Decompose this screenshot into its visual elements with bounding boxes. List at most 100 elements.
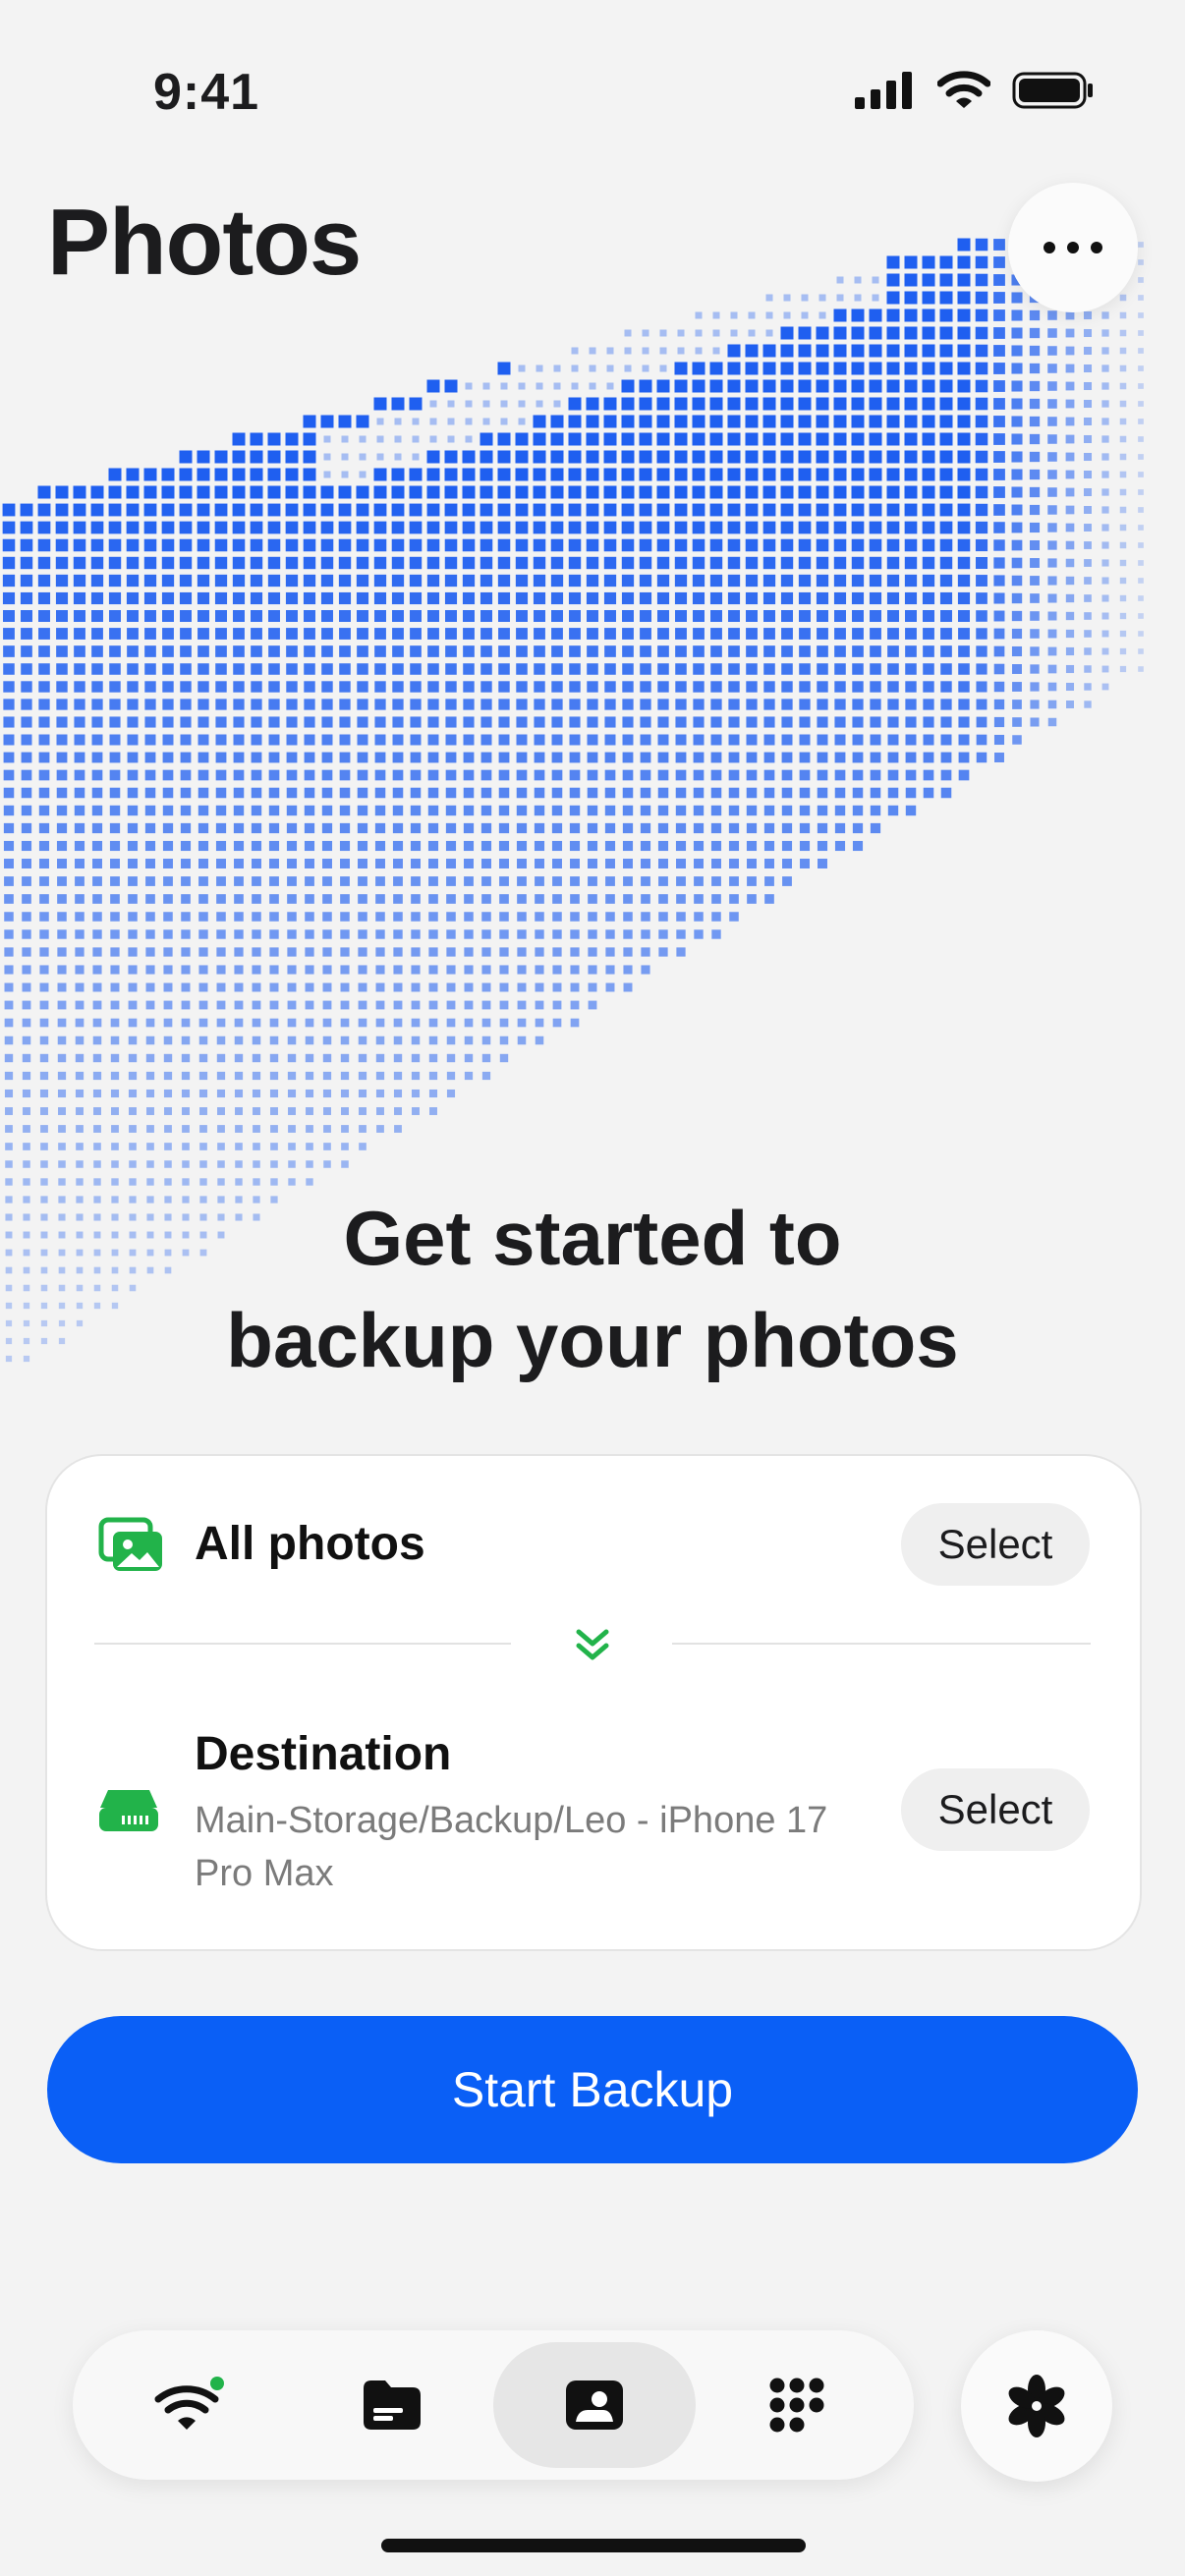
tab-photos[interactable]: [493, 2342, 696, 2468]
halftone-dot: [727, 485, 741, 499]
halftone-dot: [641, 859, 650, 868]
halftone-dot: [303, 556, 316, 570]
halftone-dot: [270, 1143, 278, 1150]
halftone-dot: [780, 450, 794, 464]
halftone-dot: [958, 645, 970, 657]
halftone-dot: [922, 468, 935, 481]
halftone-dot: [197, 556, 210, 570]
halftone-dot: [111, 1107, 119, 1115]
halftone-dot: [359, 453, 367, 461]
assistant-button[interactable]: [961, 2330, 1112, 2482]
halftone-dot: [216, 1036, 226, 1045]
halftone-dot: [709, 521, 723, 534]
halftone-dot: [375, 1018, 385, 1028]
halftone-dot: [940, 734, 952, 746]
halftone-dot: [816, 591, 829, 605]
halftone-dot: [162, 663, 174, 675]
halftone-dot: [870, 663, 881, 675]
halftone-dot: [993, 398, 1005, 410]
halftone-dot: [40, 1160, 48, 1168]
halftone-dot: [463, 752, 475, 763]
halftone-dot: [499, 982, 509, 992]
halftone-dot: [798, 556, 812, 570]
halftone-dot: [798, 450, 812, 464]
halftone-dot: [39, 1036, 49, 1045]
select-source-button[interactable]: Select: [901, 1503, 1090, 1586]
halftone-dot: [658, 929, 668, 939]
halftone-dot: [358, 912, 367, 922]
halftone-dot: [904, 450, 918, 464]
halftone-dot: [38, 663, 50, 675]
halftone-dot: [286, 645, 298, 657]
halftone-dot: [233, 610, 245, 622]
halftone-dot: [517, 947, 527, 957]
halftone-dot: [428, 947, 438, 957]
halftone-dot: [852, 681, 864, 693]
halftone-dot: [834, 716, 846, 728]
halftone-dot: [675, 805, 687, 816]
halftone-dot: [729, 876, 739, 886]
halftone-dot: [746, 645, 758, 657]
halftone-dot: [75, 859, 85, 868]
halftone-dot: [374, 716, 386, 728]
halftone-dot: [215, 645, 227, 657]
halftone-dot: [640, 787, 651, 799]
halftone-dot: [870, 769, 881, 781]
halftone-dot: [250, 574, 263, 588]
halftone-dot: [799, 699, 811, 710]
select-destination-button[interactable]: Select: [901, 1768, 1090, 1851]
halftone-dot: [57, 982, 67, 992]
more-options-button[interactable]: [1008, 183, 1138, 312]
halftone-dot: [957, 591, 971, 605]
halftone-dot: [109, 681, 121, 693]
halftone-dot: [798, 468, 812, 481]
halftone-dot: [976, 663, 988, 675]
halftone-dot: [639, 415, 652, 428]
halftone-dot: [1083, 417, 1093, 426]
halftone-dot: [940, 699, 952, 710]
halftone-dot: [446, 929, 456, 939]
halftone-dot: [497, 591, 511, 605]
halftone-dot: [253, 1107, 260, 1115]
halftone-dot: [552, 1000, 562, 1010]
halftone-dot: [73, 503, 86, 517]
halftone-dot: [589, 364, 596, 372]
tab-apps[interactable]: [696, 2342, 898, 2468]
halftone-dot: [339, 752, 351, 763]
halftone-dot: [904, 255, 918, 269]
halftone-dot: [162, 681, 174, 693]
halftone-dot: [851, 538, 865, 552]
halftone-dot: [711, 859, 721, 868]
tab-files[interactable]: [291, 2342, 493, 2468]
halftone-dot: [250, 485, 263, 499]
halftone-dot: [976, 610, 988, 622]
halftone-dot: [447, 418, 455, 425]
halftone-dot: [516, 769, 528, 781]
halftone-dot: [588, 894, 597, 904]
halftone-dot: [499, 1053, 509, 1063]
halftone-dot: [923, 645, 934, 657]
halftone-dot: [587, 699, 598, 710]
photo-icon: [566, 2380, 623, 2430]
halftone-dot: [464, 876, 474, 886]
halftone-dot: [358, 947, 367, 957]
halftone-dot: [851, 574, 865, 588]
halftone-dot: [198, 610, 209, 622]
halftone-dot: [923, 699, 934, 710]
halftone-dot: [870, 699, 881, 710]
halftone-dot: [535, 982, 544, 992]
halftone-dot: [641, 894, 650, 904]
halftone-dot: [746, 769, 758, 781]
halftone-dot: [1047, 328, 1057, 338]
halftone-dot: [957, 415, 971, 428]
tab-wifi[interactable]: [88, 2342, 291, 2468]
halftone-dot: [905, 628, 917, 640]
halftone-dot: [1101, 435, 1109, 443]
halftone-dot: [762, 485, 776, 499]
start-backup-button[interactable]: Start Backup: [47, 2016, 1138, 2163]
halftone-dot: [940, 716, 952, 728]
halftone-dot: [305, 1000, 314, 1010]
halftone-dot: [214, 538, 228, 552]
halftone-dot: [674, 574, 688, 588]
halftone-dot: [709, 538, 723, 552]
